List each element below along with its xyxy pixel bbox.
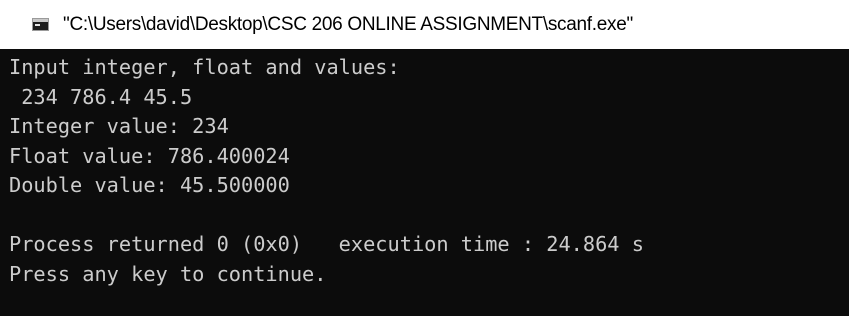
window-title: "C:\Users\david\Desktop\CSC 206 ONLINE A…: [63, 13, 633, 35]
console-line-double-value: Double value: 45.500000: [9, 173, 290, 197]
console-app-icon[interactable]: [32, 18, 49, 31]
console-line-user-input: 234 786.4 45.5: [9, 84, 193, 109]
console-window: "C:\Users\david\Desktop\CSC 206 ONLINE A…: [0, 0, 849, 316]
console-line-float-value: Float value: 786.400024: [9, 143, 290, 168]
console-line-prompt: Input integer, float and values:: [9, 55, 400, 79]
console-line-press-any-key: Press any key to continue.: [9, 261, 327, 286]
console-line-process-returned: Process returned 0 (0x0) execution time …: [9, 232, 644, 256]
console-output[interactable]: Input integer, float and values: 234 786…: [0, 49, 849, 316]
window-titlebar[interactable]: "C:\Users\david\Desktop\CSC 206 ONLINE A…: [0, 0, 849, 49]
console-line-integer-value: Integer value: 234: [9, 114, 229, 138]
